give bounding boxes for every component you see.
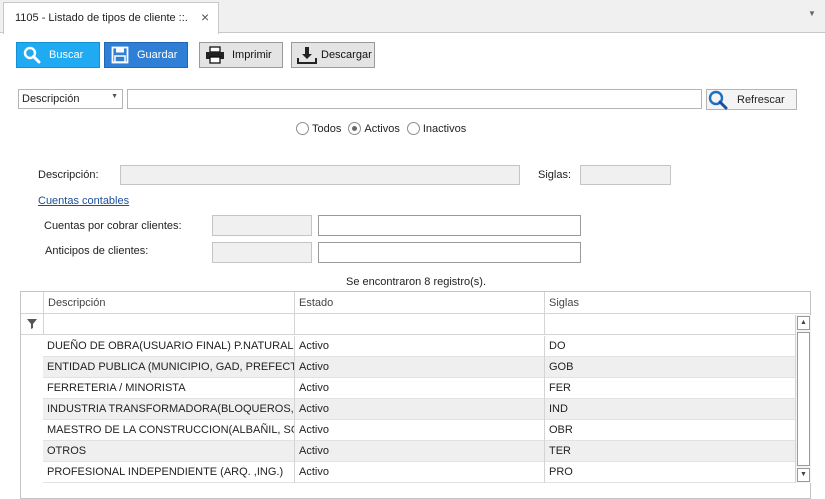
cell-descripcion: PROFESIONAL INDEPENDIENTE (ARQ. ,ING.) [47, 466, 284, 478]
guardar-label: Guardar [137, 49, 178, 61]
printer-icon [204, 44, 226, 66]
filter-cell-estado[interactable] [294, 314, 544, 335]
cell-descripcion: ENTIDAD PUBLICA (MUNICIPIO, GAD, PREFECT… [47, 361, 294, 373]
table-row[interactable]: FERRETERIA / MINORISTA Activo FER [43, 378, 796, 399]
cell-siglas: PRO [544, 462, 796, 483]
close-icon[interactable]: × [201, 10, 209, 24]
descripcion-field[interactable] [120, 165, 520, 185]
cell-estado: Activo [294, 336, 544, 357]
radio-activos-label: Activos [364, 122, 400, 135]
descargar-label: Descargar [321, 49, 372, 61]
refrescar-button[interactable]: Refrescar [706, 89, 797, 110]
imprimir-label: Imprimir [232, 49, 272, 61]
imprimir-button[interactable]: Imprimir [199, 42, 283, 68]
grid-header: Descripción Estado Siglas [21, 292, 810, 314]
tab-title: 1105 - Listado de tipos de cliente ::. [15, 12, 188, 24]
cell-estado: Activo [294, 420, 544, 441]
cell-descripcion: OTROS [47, 445, 87, 457]
tipos-cliente-grid: Descripción Estado Siglas DUEÑO DE OBRA(… [20, 291, 811, 499]
radio-todos-label: Todos [312, 122, 342, 135]
filter-cell-descripcion[interactable] [43, 314, 294, 335]
descripcion-label: Descripción: [38, 169, 99, 181]
anticipos-name-field[interactable] [318, 242, 581, 263]
cell-descripcion: DUEÑO DE OBRA(USUARIO FINAL) P.NATURAL .… [47, 340, 294, 352]
grid-filter-row [21, 314, 810, 335]
cuentas-contables-link[interactable]: Cuentas contables [38, 195, 129, 207]
chevron-down-icon: ▼ [111, 93, 118, 100]
table-row[interactable]: MAESTRO DE LA CONSTRUCCION(ALBAÑIL, SO..… [43, 420, 796, 441]
save-icon [109, 44, 131, 66]
cell-siglas: GOB [544, 357, 796, 378]
tab-listado-tipos-cliente[interactable]: 1105 - Listado de tipos de cliente ::. × [3, 2, 219, 34]
refrescar-label: Refrescar [737, 93, 785, 106]
table-row[interactable]: ENTIDAD PUBLICA (MUNICIPIO, GAD, PREFECT… [43, 357, 796, 378]
anticipos-code-field[interactable] [212, 242, 312, 263]
table-row[interactable]: OTROS Activo TER [43, 441, 796, 462]
cell-siglas: IND [544, 399, 796, 420]
search-icon [707, 90, 729, 110]
cell-siglas: TER [544, 441, 796, 462]
column-header-descripcion[interactable]: Descripción [43, 292, 294, 314]
buscar-label: Buscar [49, 49, 84, 61]
radio-activos-circle[interactable] [348, 122, 362, 135]
buscar-button[interactable]: Buscar [16, 42, 100, 68]
cell-estado: Activo [294, 378, 544, 399]
cell-estado: Activo [294, 462, 544, 483]
cuentas-cobrar-label: Cuentas por cobrar clientes: [44, 220, 182, 232]
cell-siglas: OBR [544, 420, 796, 441]
anticipos-label: Anticipos de clientes: [45, 245, 149, 257]
radio-todos-circle[interactable] [296, 122, 309, 135]
scroll-thumb[interactable] [797, 332, 810, 466]
column-header-estado[interactable]: Estado [294, 292, 544, 314]
table-row[interactable]: PROFESIONAL INDEPENDIENTE (ARQ. ,ING.) A… [43, 462, 796, 483]
guardar-button[interactable]: Guardar [104, 42, 188, 68]
column-header-siglas[interactable]: Siglas [544, 292, 795, 314]
cuentas-cobrar-name-field[interactable] [318, 215, 581, 236]
grid-vertical-scrollbar[interactable]: ▲ ▼ [795, 315, 811, 483]
siglas-label: Siglas: [538, 169, 572, 181]
cell-estado: Activo [294, 399, 544, 420]
radio-todos[interactable]: Todos [296, 122, 341, 135]
radio-inactivos-label: Inactivos [422, 122, 467, 135]
table-row[interactable]: DUEÑO DE OBRA(USUARIO FINAL) P.NATURAL .… [43, 336, 796, 357]
siglas-field[interactable] [580, 165, 671, 185]
cell-estado: Activo [294, 441, 544, 462]
radio-inactivos-circle[interactable] [406, 122, 420, 135]
download-icon [296, 44, 318, 66]
scroll-up-icon[interactable]: ▲ [797, 316, 810, 330]
search-input[interactable] [127, 89, 702, 109]
table-row[interactable]: INDUSTRIA TRANSFORMADORA(BLOQUEROS,H... … [43, 399, 796, 420]
tab-menu-chevron-down-icon[interactable]: ▼ [808, 9, 816, 18]
estado-filter: Todos Activos Inactivos [296, 122, 469, 135]
cell-descripcion: INDUSTRIA TRANSFORMADORA(BLOQUEROS,H... [47, 403, 294, 415]
filter-cell-siglas[interactable] [544, 314, 795, 335]
cell-siglas: FER [544, 378, 796, 399]
result-count: Se encontraron 8 registro(s). [346, 276, 487, 288]
search-icon [21, 44, 43, 66]
filter-icon[interactable] [27, 319, 37, 332]
cell-estado: Activo [294, 357, 544, 378]
search-field-value: Descripción [22, 93, 80, 105]
scroll-down-icon[interactable]: ▼ [797, 468, 810, 482]
descargar-button[interactable]: Descargar [291, 42, 375, 68]
radio-inactivos[interactable]: Inactivos [406, 122, 467, 135]
radio-activos[interactable]: Activos [348, 122, 400, 135]
search-field-select[interactable]: Descripción ▼ [18, 89, 123, 109]
tab-strip: 1105 - Listado de tipos de cliente ::. ×… [0, 0, 825, 34]
cuentas-cobrar-code-field[interactable] [212, 215, 312, 236]
cell-siglas: DO [544, 336, 796, 357]
cell-descripcion: MAESTRO DE LA CONSTRUCCION(ALBAÑIL, SO..… [47, 424, 294, 436]
cell-descripcion: FERRETERIA / MINORISTA [47, 382, 186, 394]
